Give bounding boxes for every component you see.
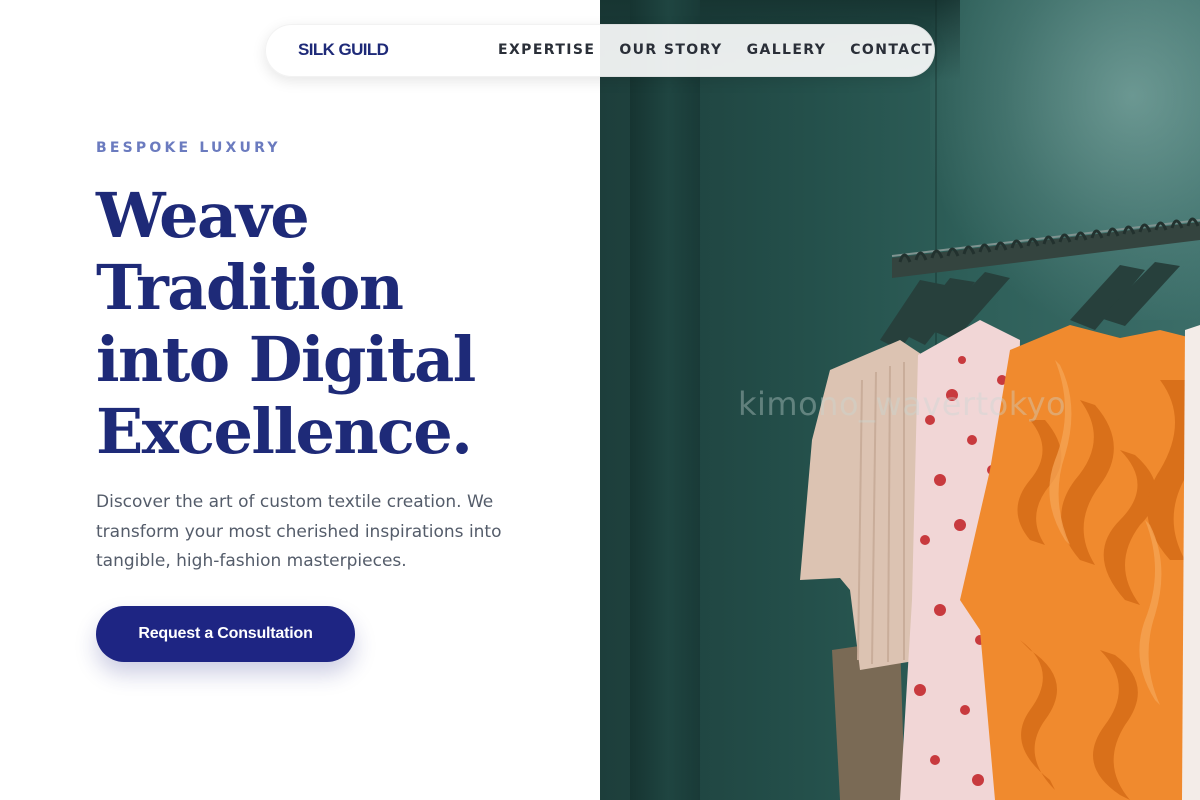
hero-eyebrow: BESPOKE LUXURY [96, 140, 281, 156]
landing-page: kimono_wavertokyo SILK GUILD EXPERTISE O… [0, 0, 1200, 800]
nav-link-expertise[interactable]: EXPERTISE [498, 42, 595, 58]
photo-watermark: kimono_wavertokyo [738, 385, 1067, 423]
headline-line: Excellence. [96, 395, 473, 468]
nav-link-our-story[interactable]: OUR STORY [619, 42, 722, 58]
nav-link-contact[interactable]: CONTACT [850, 42, 933, 58]
nav-link-gallery[interactable]: GALLERY [747, 42, 827, 58]
nav-links: EXPERTISE OUR STORY GALLERY CONTACT [498, 42, 933, 58]
headline-line: Weave [96, 179, 310, 252]
request-consultation-button[interactable]: Request a Consultation [96, 606, 355, 662]
hero-headline: Weave Tradition into Digital Excellence. [96, 180, 566, 468]
hero-description: Discover the art of custom textile creat… [96, 492, 502, 571]
headline-line: Tradition [96, 251, 404, 324]
brand-logo[interactable]: SILK GUILD [298, 40, 389, 60]
headline-line: into Digital [96, 323, 476, 396]
top-navigation: SILK GUILD EXPERTISE OUR STORY GALLERY C… [265, 24, 935, 77]
hero-photo: kimono_wavertokyo [600, 0, 1200, 800]
